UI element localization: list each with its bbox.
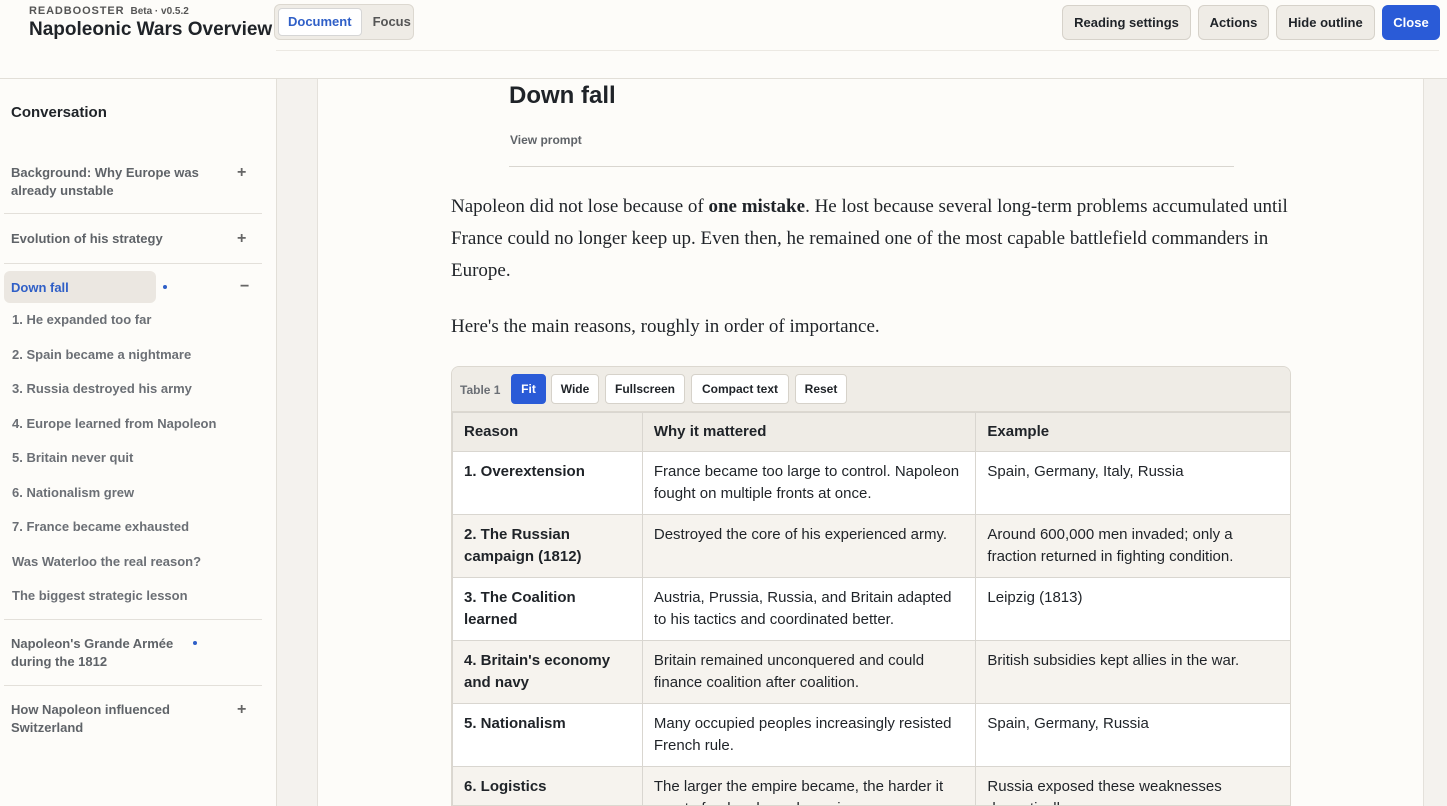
table-row: 2. The Russian campaign (1812) Destroyed… [452,514,1290,578]
table-cell: Spain, Germany, Russia [975,703,1290,767]
table-row: 4. Britain's economy and navy Britain re… [452,640,1290,704]
table-cell: 3. The Coalition learned [452,577,643,641]
column-header: Reason [452,412,643,452]
table-cell: Austria, Prussia, Russia, and Britain ad… [641,577,977,641]
table-header-row: Reason Why it mattered Example [452,412,1290,452]
reset-button[interactable]: Reset [795,374,847,404]
mode-focus-button[interactable]: Focus [364,8,420,36]
actions-button[interactable]: Actions [1198,5,1269,40]
mode-toggle: Document Focus [274,4,414,40]
sidebar-divider [4,263,262,264]
intro-text-start: Napoleon did not lose because of [451,196,709,217]
outline-subitem[interactable]: Was Waterloo the real reason? [12,554,201,569]
collapse-minus-icon[interactable]: − [240,278,249,296]
outline-subitem[interactable]: 2. Spain became a nightmare [12,347,191,362]
compact-text-button[interactable]: Compact text [691,374,789,404]
outline-section-background[interactable]: Background: Why Europe was already unsta… [11,164,211,200]
unread-dot-icon [193,641,197,645]
outline-subitem[interactable]: 7. France became exhausted [12,519,189,534]
mode-document-button[interactable]: Document [278,8,362,36]
outline-subitem[interactable]: 6. Nationalism grew [12,485,134,500]
table-cell: 4. Britain's economy and navy [452,640,643,704]
view-prompt-link[interactable]: View prompt [510,133,582,147]
table-card: Table 1 Fit Wide Fullscreen Compact text… [451,366,1291,806]
table-row: 3. The Coalition learned Austria, Prussi… [452,577,1290,641]
table-cell: Spain, Germany, Italy, Russia [975,451,1290,515]
column-header: Example [975,412,1290,452]
table-row: 6. Logistics The larger the empire becam… [452,766,1290,805]
outline-subitem[interactable]: 4. Europe learned from Napoleon [12,416,216,431]
sidebar-title: Conversation [11,104,107,121]
sidebar-divider [4,685,262,686]
table-cell: Destroyed the core of his experienced ar… [641,514,977,578]
column-header: Why it mattered [641,412,977,452]
section-heading: Down fall [509,82,616,109]
reading-settings-button[interactable]: Reading settings [1062,5,1191,40]
top-header: READBOOSTER Beta · v0.5.2 Napoleonic Wars… [0,0,1447,79]
expand-plus-icon[interactable]: + [237,230,246,248]
fit-button[interactable]: Fit [511,374,546,404]
sidebar-divider [4,213,262,214]
brand-name: READBOOSTER [29,5,125,17]
document-title: Napoleonic Wars Overview [29,19,273,40]
outline-section-switzerland[interactable]: How Napoleon influenced Switzerland [11,701,211,737]
page-gutter-right [1423,79,1447,806]
outline-subitem[interactable]: 1. He expanded too far [12,312,151,327]
header-divider [276,50,1439,51]
table-row: 1. Overextension France became too large… [452,451,1290,515]
table-cell: 1. Overextension [452,451,643,515]
table-cell: The larger the empire became, the harder… [641,766,977,805]
intro-emphasis: one mistake [708,196,806,217]
expand-plus-icon[interactable]: + [237,164,246,182]
table-cell: Leipzig (1813) [975,577,1290,641]
hide-outline-button[interactable]: Hide outline [1276,5,1375,40]
heading-divider [509,166,1234,167]
outline-subitem[interactable]: The biggest strategic lesson [12,588,188,603]
table-row: 5. Nationalism Many occupied peoples inc… [452,703,1290,767]
table-cell: 5. Nationalism [452,703,643,767]
outline-section-downfall[interactable]: Down fall [11,280,69,295]
table-cell: British subsidies kept allies in the war… [975,640,1290,704]
reasons-table: Reason Why it mattered Example 1. Overex… [452,412,1290,805]
table-cell: Russia exposed these weaknesses dramatic… [975,766,1290,805]
brand: READBOOSTER Beta · v0.5.2 [29,5,189,17]
outline-section-evolution[interactable]: Evolution of his strategy [11,230,163,248]
table-label: Table 1 [460,383,501,397]
outline-sidebar: Conversation Background: Why Europe was … [0,79,277,806]
fullscreen-button[interactable]: Fullscreen [605,374,685,404]
intro-paragraph: Napoleon did not lose because of one mis… [451,191,1301,287]
page-gutter-left [277,79,318,806]
close-button[interactable]: Close [1382,5,1440,40]
sidebar-divider [4,619,262,620]
table-cell: France became too large to control. Napo… [641,451,977,515]
outline-subitem[interactable]: 5. Britain never quit [12,450,133,465]
wide-button[interactable]: Wide [551,374,599,404]
current-dot-icon [163,285,167,289]
outline-subitem[interactable]: 3. Russia destroyed his army [12,381,192,396]
reasons-paragraph: Here's the main reasons, roughly in orde… [451,316,880,337]
outline-section-grande-armee[interactable]: Napoleon's Grande Armée during the 1812 [11,635,181,671]
table-cell: Many occupied peoples increasingly resis… [641,703,977,767]
expand-plus-icon[interactable]: + [237,701,246,719]
table-toolbar: Table 1 Fit Wide Fullscreen Compact text… [452,367,1290,412]
table-cell: Around 600,000 men invaded; only a fract… [975,514,1290,578]
table-cell: Britain remained unconquered and could f… [641,640,977,704]
table-cell: 6. Logistics [452,766,643,805]
version-label: Beta · v0.5.2 [130,6,189,17]
table-cell: 2. The Russian campaign (1812) [452,514,643,578]
